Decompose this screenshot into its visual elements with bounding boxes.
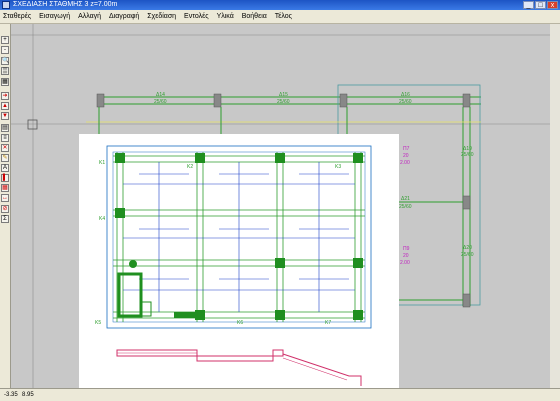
grid-icon[interactable]: ▦: [1, 78, 9, 86]
drawing-canvas[interactable]: Δ14 25/60 Δ15 25/60 Δ16 25/60 Δ19 25/60 …: [11, 24, 560, 388]
column-label-k7: K7: [325, 320, 331, 326]
menu-item-schediasi[interactable]: Σχεδίαση: [144, 10, 179, 23]
floor-plan: K1 K2 K3 K4 K5 K6 K7: [95, 145, 372, 386]
column-label-k6: K6: [237, 320, 243, 326]
slab-load-1: 2.00: [400, 160, 410, 166]
delete-icon[interactable]: ✕: [1, 144, 9, 152]
sum-icon[interactable]: Σ: [1, 215, 9, 223]
menu-item-stathers[interactable]: Σταθερές: [0, 10, 34, 23]
beam-size-d20: 25/60: [461, 252, 474, 258]
status-y-coordinate: 8.95: [22, 392, 34, 398]
layers-icon[interactable]: ≡: [1, 134, 9, 142]
beam-size-d14: 25/60: [154, 99, 167, 105]
menu-item-diagrafi[interactable]: Διαγραφή: [106, 10, 142, 23]
beam-size-d21: 25/60: [399, 204, 412, 210]
status-x-coordinate: -3.35: [4, 392, 18, 398]
beam-label-d15: Δ15: [279, 92, 288, 98]
menu-item-eisagogi[interactable]: Εισαγωγή: [36, 10, 73, 23]
column-label-k2: K2: [187, 164, 193, 170]
arrow-right-icon[interactable]: ➜: [1, 92, 9, 100]
beam-size-d19: 25/60: [461, 152, 474, 158]
measure-icon[interactable]: ↔: [1, 194, 9, 202]
close-button[interactable]: x: [547, 1, 558, 9]
vertical-scrollbar[interactable]: [550, 24, 560, 388]
text-icon[interactable]: A: [1, 164, 9, 172]
slab-thickness-1: 20: [403, 153, 409, 159]
drawing-sheet: K1 K2 K3 K4 K5 K6 K7: [79, 134, 399, 388]
menu-item-ylika[interactable]: Υλικά: [214, 10, 237, 23]
column-label-k5: K5: [95, 320, 101, 326]
beam-label-d20: Δ20: [463, 245, 472, 251]
stop-icon[interactable]: ⊘: [1, 205, 9, 213]
menu-item-allagi[interactable]: Αλλαγή: [75, 10, 104, 23]
plus-icon[interactable]: +: [1, 36, 9, 44]
arrow-down-icon[interactable]: ▼: [1, 112, 9, 120]
edit-icon[interactable]: ✎: [1, 154, 9, 162]
pan-icon[interactable]: ▒: [1, 67, 9, 75]
minus-icon[interactable]: -: [1, 46, 9, 54]
beam-label-d21: Δ21: [401, 196, 410, 202]
beam-label-d16: Δ16: [401, 92, 410, 98]
left-toolbar: + - 🔍 ▒ ▦ ➜ ▲ ▼ ▤ ≡ ✕ ✎ A ▌ ▦ ↔ ⊘ Σ: [0, 24, 11, 388]
print-icon[interactable]: ▤: [1, 124, 9, 132]
beam-size-d15: 25/60: [277, 99, 290, 105]
window-title: ΣΧΕΔΙΑΣΗ ΣΤΑΘΜΗΣ 3 z=7.00m: [13, 1, 118, 8]
menu-item-entoles[interactable]: Εντολές: [181, 10, 212, 23]
slab-load-2: 2.00: [400, 260, 410, 266]
beam-label-d14: Δ14: [156, 92, 165, 98]
column-label-k4: K4: [99, 216, 105, 222]
arrow-up-icon[interactable]: ▲: [1, 102, 9, 110]
column-icon[interactable]: ▌: [1, 174, 9, 182]
slab-icon[interactable]: ▦: [1, 184, 9, 192]
menu-bar: Σταθερές Εισαγωγή Αλλαγή Διαγραφή Σχεδία…: [0, 10, 560, 24]
app-icon: [2, 1, 10, 9]
maximize-button[interactable]: □: [535, 1, 546, 9]
column-label-k1: K1: [99, 160, 105, 166]
zoom-icon[interactable]: 🔍: [1, 57, 9, 65]
menu-item-voitheia[interactable]: Βοήθεια: [239, 10, 270, 23]
menu-item-telos[interactable]: Τέλος: [272, 10, 295, 23]
slab-thickness-2: 20: [403, 253, 409, 259]
slab-label-1: Π7: [403, 146, 410, 152]
title-bar: ΣΧΕΔΙΑΣΗ ΣΤΑΘΜΗΣ 3 z=7.00m _ □ x: [0, 0, 560, 10]
beam-size-d16: 25/60: [399, 99, 412, 105]
column-label-k3: K3: [335, 164, 341, 170]
slab-label-2: Π9: [403, 246, 410, 252]
status-bar: -3.35 8.95: [0, 388, 560, 401]
minimize-button[interactable]: _: [523, 1, 534, 9]
